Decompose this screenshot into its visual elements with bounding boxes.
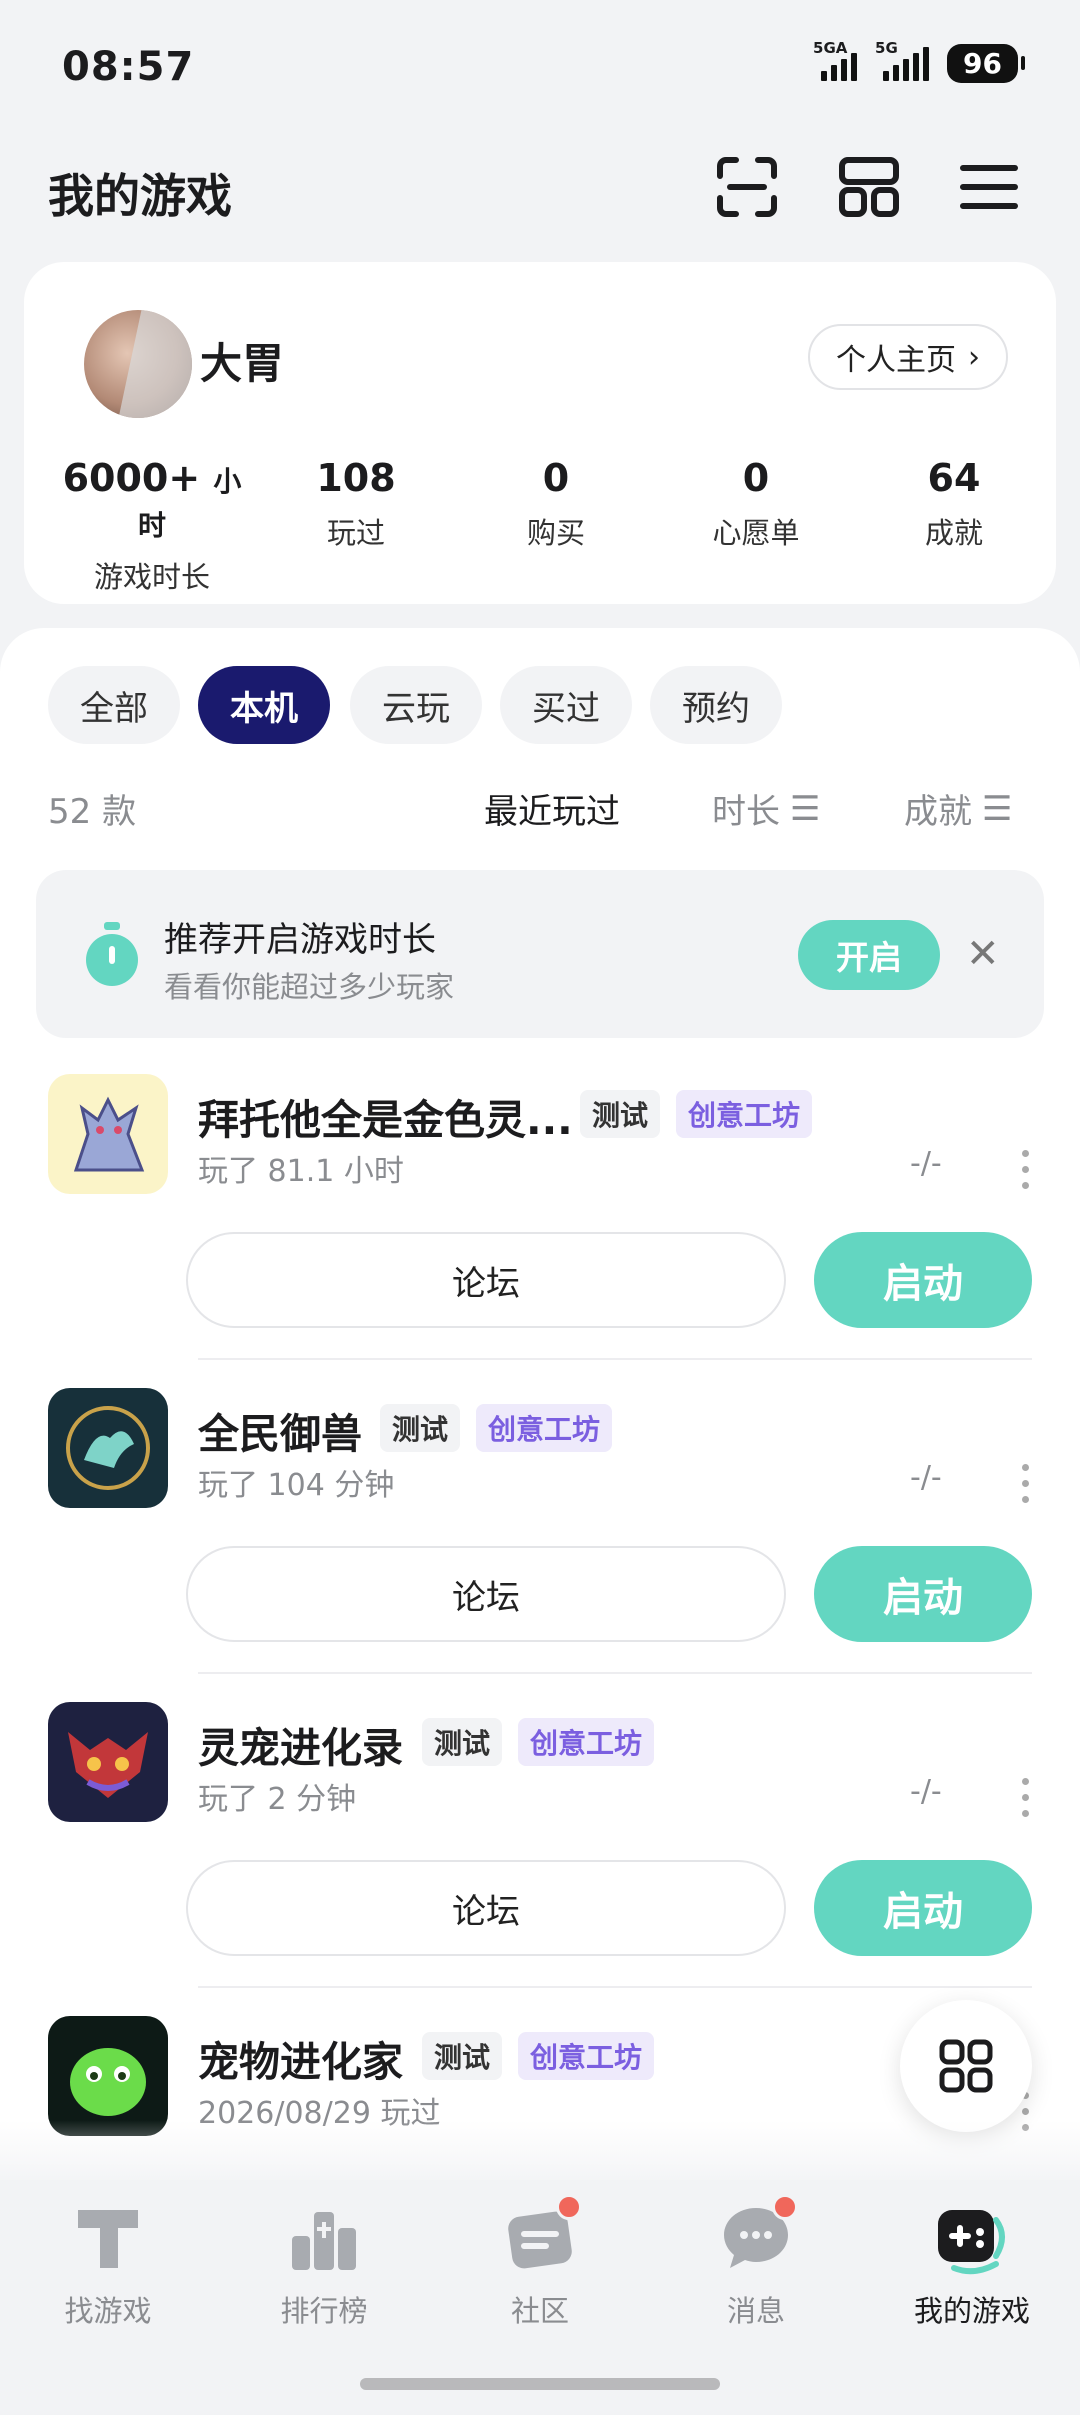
tag-test: 测试 [580, 1090, 661, 1138]
stopwatch-icon [78, 920, 146, 988]
divider [198, 1986, 1032, 1988]
game-progress-3: -/- [910, 1774, 942, 1809]
chevron-right-icon: › [968, 339, 980, 375]
recommend-title: 推荐开启游戏时长 [164, 920, 436, 960]
stat-played[interactable]: 108 玩过 [256, 456, 456, 552]
filter-chip-bought[interactable]: 买过 [500, 666, 632, 744]
game-name-3[interactable]: 灵宠进化录 [198, 1714, 403, 1774]
divider [198, 1358, 1032, 1360]
more-options-icon[interactable] [1020, 1778, 1030, 1817]
recommend-subtitle: 看看你能超过多少玩家 [164, 970, 455, 1004]
nav-find-games[interactable]: 找游戏 [0, 2200, 216, 2330]
nav-label: 我的游戏 [913, 2294, 1030, 2328]
profile-card: 大胃 个人主页 › 6000+ 小时 游戏时长 108 玩过 0 购买 0 心愿… [24, 262, 1056, 604]
sort-icon: ☰ [982, 788, 1013, 829]
find-games-icon [70, 2200, 146, 2276]
forum-button[interactable]: 论坛 [186, 1546, 786, 1642]
tag-workshop: 创意工坊 [518, 1718, 655, 1766]
game-icon-2[interactable] [48, 1388, 168, 1508]
nav-my-games[interactable]: 我的游戏 [864, 2200, 1080, 2330]
nav-ranking[interactable]: 排行榜 [216, 2200, 432, 2330]
more-options-icon[interactable] [1020, 1150, 1030, 1189]
nav-community[interactable]: 社区 [432, 2194, 648, 2330]
community-icon [502, 2194, 582, 2276]
avatar[interactable] [84, 310, 192, 418]
more-options-icon[interactable] [1020, 1464, 1030, 1503]
tag-test: 测试 [422, 1718, 503, 1766]
nav-label: 消息 [726, 2294, 785, 2328]
divider [198, 1672, 1032, 1674]
close-icon[interactable]: ✕ [966, 934, 1000, 974]
enable-playtime-button[interactable]: 开启 [798, 920, 940, 990]
floating-grid-button[interactable] [900, 2000, 1032, 2132]
status-time: 08:57 [62, 44, 195, 90]
nav-label: 排行榜 [280, 2294, 368, 2328]
nav-label: 社区 [510, 2294, 569, 2328]
filter-chip-local[interactable]: 本机 [198, 666, 330, 744]
game-progress-2: -/- [910, 1460, 942, 1495]
game-name-2[interactable]: 全民御兽 [198, 1400, 362, 1460]
launch-button[interactable]: 启动 [814, 1546, 1032, 1642]
profile-homepage-button[interactable]: 个人主页 › [808, 324, 1008, 390]
nav-label: 找游戏 [64, 2294, 152, 2328]
stat-achievements[interactable]: 64 成就 [854, 456, 1054, 552]
sort-duration[interactable]: 时长 ☰ [712, 784, 820, 833]
forum-button[interactable]: 论坛 [186, 1860, 786, 1956]
layout-grid-icon[interactable] [834, 152, 904, 222]
forum-button[interactable]: 论坛 [186, 1232, 786, 1328]
notification-badge [556, 2194, 582, 2220]
game-name-4[interactable]: 宠物进化家 [198, 2028, 403, 2088]
game-name-1[interactable]: 拜托他全是金色灵... [198, 1086, 573, 1146]
username: 大胃 [200, 339, 285, 388]
filter-chip-cloud[interactable]: 云玩 [350, 666, 482, 744]
tag-test: 测试 [380, 1404, 461, 1452]
game-icon-3[interactable] [48, 1702, 168, 1822]
my-games-icon [934, 2200, 1010, 2276]
menu-icon[interactable] [954, 152, 1024, 222]
game-playtime-3: 玩了 2 分钟 [198, 1782, 357, 1817]
grid-icon [939, 2039, 993, 2093]
sort-icon: ☰ [790, 788, 821, 829]
sort-recent[interactable]: 最近玩过 [484, 784, 620, 833]
filter-chip-all[interactable]: 全部 [48, 666, 180, 744]
stat-playtime[interactable]: 6000+ 小时 游戏时长 [52, 456, 252, 596]
launch-button[interactable]: 启动 [814, 1232, 1032, 1328]
sort-achievement[interactable]: 成就 ☰ [904, 784, 1012, 833]
sort-duration-label: 时长 [712, 792, 780, 832]
tag-test: 测试 [422, 2032, 503, 2080]
signal-5g-icon: 5G [875, 39, 930, 81]
tag-workshop: 创意工坊 [676, 1090, 813, 1138]
signal-5ga-icon: 5GA [813, 39, 858, 81]
sort-achievement-label: 成就 [904, 792, 972, 832]
game-progress-1: -/- [910, 1146, 942, 1181]
message-icon [718, 2194, 798, 2276]
homepage-label: 个人主页 [836, 343, 956, 378]
battery-indicator: 96 [947, 44, 1025, 83]
game-count: 52 款 [48, 792, 137, 832]
tag-workshop: 创意工坊 [518, 2032, 655, 2080]
ranking-icon [286, 2200, 362, 2276]
game-playtime-2: 玩了 104 分钟 [198, 1468, 395, 1503]
nav-messages[interactable]: 消息 [648, 2194, 864, 2330]
home-indicator[interactable] [360, 2378, 720, 2390]
game-playtime-1: 玩了 81.1 小时 [198, 1154, 404, 1189]
stat-wishlist[interactable]: 0 心愿单 [656, 456, 856, 552]
page-title: 我的游戏 [48, 169, 232, 223]
notification-badge [772, 2194, 798, 2220]
tag-workshop: 创意工坊 [476, 1404, 613, 1452]
game-icon-1[interactable] [48, 1074, 168, 1194]
launch-button[interactable]: 启动 [814, 1860, 1032, 1956]
scan-icon[interactable] [712, 152, 782, 222]
playtime-recommend-card: 推荐开启游戏时长 看看你能超过多少玩家 开启 ✕ [36, 870, 1044, 1038]
game-icon-4[interactable] [48, 2016, 168, 2136]
stat-purchased[interactable]: 0 购买 [456, 456, 656, 552]
filter-chip-reserved[interactable]: 预约 [650, 666, 782, 744]
status-indicators: 5GA 5G 96 [813, 39, 1025, 83]
